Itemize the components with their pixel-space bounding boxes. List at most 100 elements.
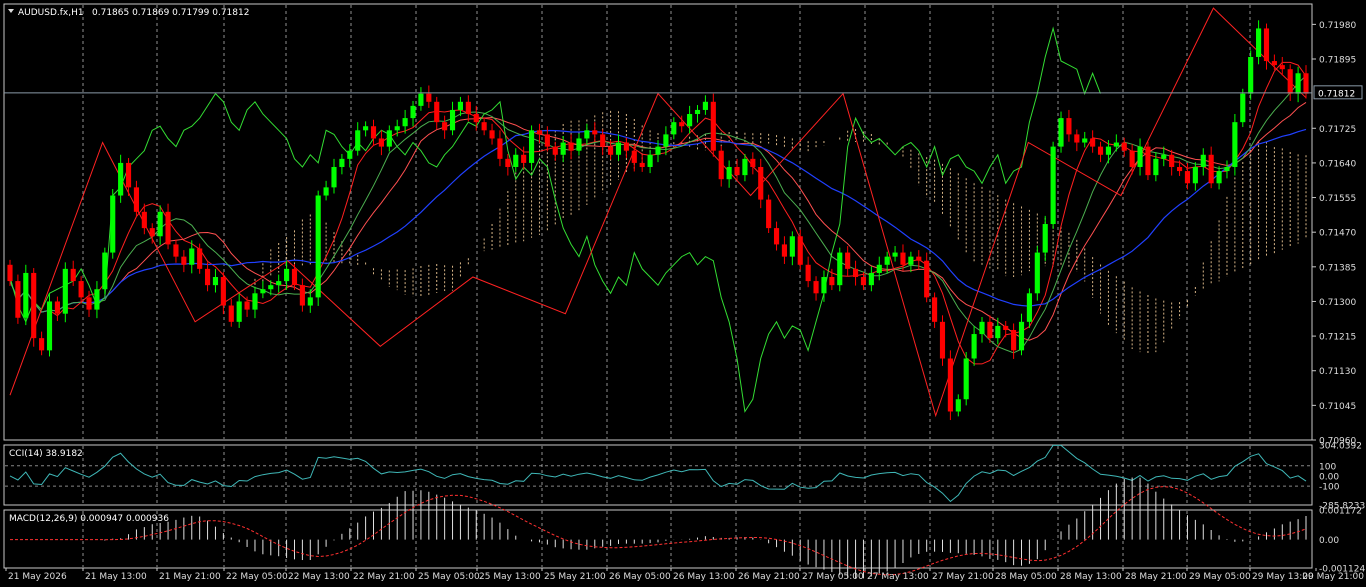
time-axis-label: 26 May 13:00 bbox=[673, 572, 735, 582]
bear-candle bbox=[766, 199, 772, 229]
bear-candle bbox=[924, 260, 930, 298]
time-axis-label: 27 May 13:00 bbox=[867, 572, 929, 582]
bull-candle bbox=[94, 289, 100, 310]
bear-candle bbox=[370, 126, 377, 139]
bull-candle bbox=[1018, 321, 1025, 351]
price-tick-label: 0.71215 bbox=[1319, 333, 1356, 343]
bull-candle bbox=[1232, 122, 1238, 167]
bull-candle bbox=[1161, 154, 1167, 159]
bear-candle bbox=[805, 264, 811, 282]
bull-candle bbox=[560, 142, 566, 155]
bull-candle bbox=[837, 252, 843, 286]
chart-canvas[interactable]: 0.71980 0.71895 0.71725 0.71640 0.71555 0.714… bbox=[0, 0, 1366, 583]
bull-candle bbox=[62, 268, 68, 314]
bear-candle bbox=[70, 268, 76, 282]
bull-candle bbox=[418, 93, 424, 106]
price-tick-label: 0.71385 bbox=[1319, 263, 1356, 273]
bear-candle bbox=[916, 256, 922, 261]
bear-candle bbox=[1011, 329, 1017, 351]
bull-candle bbox=[23, 272, 29, 318]
bull-candle bbox=[1034, 252, 1040, 294]
bear-candle bbox=[860, 277, 867, 286]
bear-candle bbox=[552, 146, 558, 155]
bull-candle bbox=[252, 293, 258, 310]
bull-candle bbox=[671, 122, 677, 135]
bear-candle bbox=[845, 252, 851, 269]
bear-candle bbox=[1263, 28, 1270, 62]
bear-candle bbox=[608, 146, 614, 155]
symbol-dropdown-icon[interactable] bbox=[8, 9, 14, 13]
bull-candle bbox=[1058, 118, 1064, 147]
bear-candle bbox=[781, 244, 788, 257]
time-axis-label: 28 May 05:00 bbox=[995, 572, 1057, 582]
price-tick-label: 0.71470 bbox=[1319, 229, 1356, 239]
bull-candle bbox=[449, 109, 456, 131]
time-axis-label: 22 May 13:00 bbox=[288, 572, 350, 582]
bull-candle bbox=[110, 195, 116, 253]
bull-candle bbox=[647, 154, 653, 167]
bull-candle bbox=[884, 256, 890, 265]
bull-candle bbox=[457, 101, 464, 110]
time-axis-label: 21 May 13:00 bbox=[85, 572, 147, 582]
bull-candle bbox=[1082, 138, 1088, 143]
bull-candle bbox=[528, 130, 535, 163]
bear-candle bbox=[1271, 61, 1277, 66]
bull-candle bbox=[1113, 142, 1119, 147]
bear-candle bbox=[623, 142, 629, 151]
price-tick-label: 0.71895 bbox=[1319, 56, 1356, 66]
bear-candle bbox=[813, 281, 819, 294]
bull-candle bbox=[284, 268, 290, 282]
bear-candle bbox=[1097, 146, 1104, 155]
time-axis-label: 26 May 21:00 bbox=[738, 572, 800, 582]
bull-candle bbox=[821, 277, 827, 294]
bull-candle bbox=[694, 109, 701, 115]
price-tick-label: 0.71980 bbox=[1319, 21, 1356, 31]
bull-candle bbox=[386, 130, 392, 147]
bear-candle bbox=[181, 256, 187, 265]
macd-signal-line bbox=[10, 486, 1307, 576]
ma-fast-line bbox=[9, 61, 1307, 365]
bull-candle bbox=[355, 130, 361, 151]
bear-candle bbox=[1003, 325, 1009, 330]
time-axis-label: 25 May 05:00 bbox=[418, 572, 480, 582]
bull-candle bbox=[955, 399, 961, 412]
bear-candle bbox=[442, 122, 448, 131]
bull-candle bbox=[1224, 166, 1230, 172]
bear-candle bbox=[536, 130, 543, 135]
bull-candle bbox=[687, 114, 693, 127]
bull-candle bbox=[157, 211, 163, 237]
time-axis-label: 21 May 21:00 bbox=[159, 572, 221, 582]
ma-green-line bbox=[9, 75, 1307, 354]
chart-window[interactable]: 0.71980 0.71895 0.71725 0.71640 0.71555 0.714… bbox=[0, 0, 1366, 583]
bear-candle bbox=[173, 244, 179, 257]
bear-candle bbox=[758, 166, 764, 200]
bull-candle bbox=[868, 272, 874, 286]
time-axis-label: 29 May 05:00 bbox=[1189, 572, 1251, 582]
macd-label: MACD(12,26,9) 0.000947 0.000936 bbox=[9, 514, 169, 524]
time-axis-label: 28 May 21:00 bbox=[1125, 572, 1187, 582]
bull-candle bbox=[1042, 224, 1048, 253]
bear-candle bbox=[1176, 166, 1183, 172]
bear-candle bbox=[631, 150, 637, 163]
bear-candle bbox=[1074, 134, 1080, 143]
bear-candle bbox=[465, 101, 471, 115]
cci-tick-label: -100 bbox=[1319, 483, 1340, 493]
bull-candle bbox=[1240, 93, 1246, 123]
time-axis-label: 28 May 13:00 bbox=[1060, 572, 1122, 582]
bear-candle bbox=[481, 122, 487, 131]
bull-candle bbox=[663, 134, 669, 147]
bull-candle bbox=[908, 256, 914, 265]
bear-candle bbox=[291, 268, 298, 286]
bear-candle bbox=[797, 236, 803, 265]
time-axis-label: 26 May 05:00 bbox=[609, 572, 671, 582]
bull-candle bbox=[1050, 146, 1056, 225]
macd-tick-label: 0.001172 bbox=[1319, 507, 1362, 517]
bear-candle bbox=[734, 166, 740, 176]
bear-candle bbox=[149, 228, 155, 237]
bear-candle bbox=[505, 158, 511, 167]
bull-candle bbox=[876, 264, 882, 273]
bull-candle bbox=[315, 195, 321, 298]
bull-candle bbox=[339, 158, 345, 167]
bear-candle bbox=[165, 211, 171, 245]
time-axis-label: 22 May 21:00 bbox=[353, 572, 415, 582]
